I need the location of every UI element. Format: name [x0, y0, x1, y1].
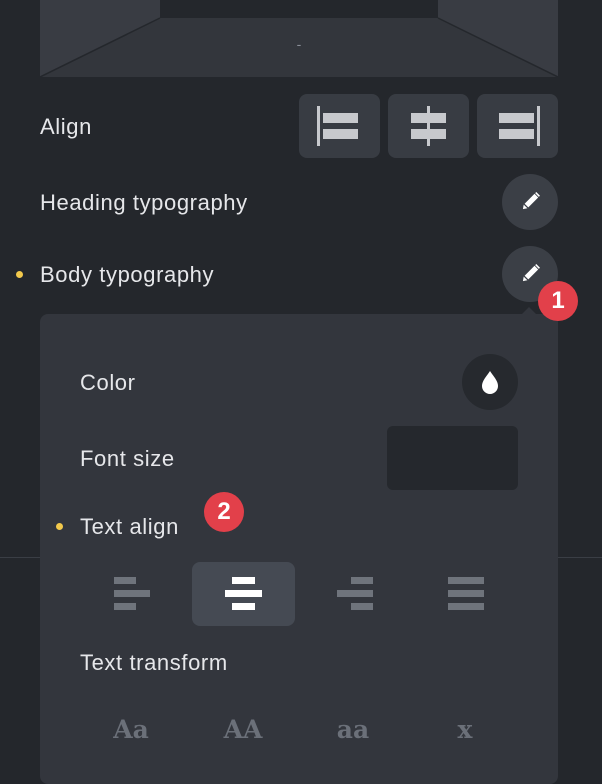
heading-typography-label: Heading typography [40, 190, 248, 215]
font-size-label: Font size [80, 446, 175, 471]
align-center-button[interactable] [388, 94, 469, 158]
align-label: Align [40, 114, 92, 139]
align-center-icon [411, 106, 446, 146]
text-transform-lowercase-button[interactable]: aa [303, 708, 403, 752]
modified-indicator-dot [56, 523, 63, 530]
text-align-label: Text align [80, 514, 179, 539]
color-picker-button[interactable] [462, 354, 518, 410]
text-align-right-button[interactable] [304, 562, 407, 626]
align-right-button[interactable] [477, 94, 558, 158]
heading-typography-edit-button[interactable] [502, 174, 558, 230]
font-size-input[interactable] [387, 426, 518, 490]
step-badge-1: 1 [538, 281, 578, 321]
modified-indicator-dot [16, 271, 23, 278]
align-right-icon [499, 106, 540, 146]
align-left-button[interactable] [299, 94, 380, 158]
text-align-justify-icon [448, 577, 484, 610]
divider-left [0, 557, 40, 558]
text-align-left-icon [114, 577, 150, 610]
text-align-right-icon [337, 577, 373, 610]
text-transform-uppercase-button[interactable]: AA [193, 708, 293, 752]
align-left-icon [317, 106, 358, 146]
step-badge-2: 2 [204, 492, 244, 532]
spacing-bottom-value[interactable]: - [40, 36, 558, 52]
text-transform-none-button[interactable]: x [415, 708, 515, 752]
divider-right [558, 557, 602, 558]
text-align-justify-button[interactable] [415, 562, 518, 626]
text-transform-capitalize-button[interactable]: Aa [81, 708, 181, 752]
body-typography-label: Body typography [40, 262, 215, 287]
spacing-box: - [40, 0, 558, 77]
text-transform-label: Text transform [80, 650, 228, 675]
text-align-center-icon [225, 577, 262, 610]
pencil-icon [522, 192, 540, 210]
droplet-icon [482, 371, 498, 394]
text-align-center-button[interactable] [192, 562, 295, 626]
color-label: Color [80, 370, 136, 395]
text-align-left-button[interactable] [80, 562, 183, 626]
